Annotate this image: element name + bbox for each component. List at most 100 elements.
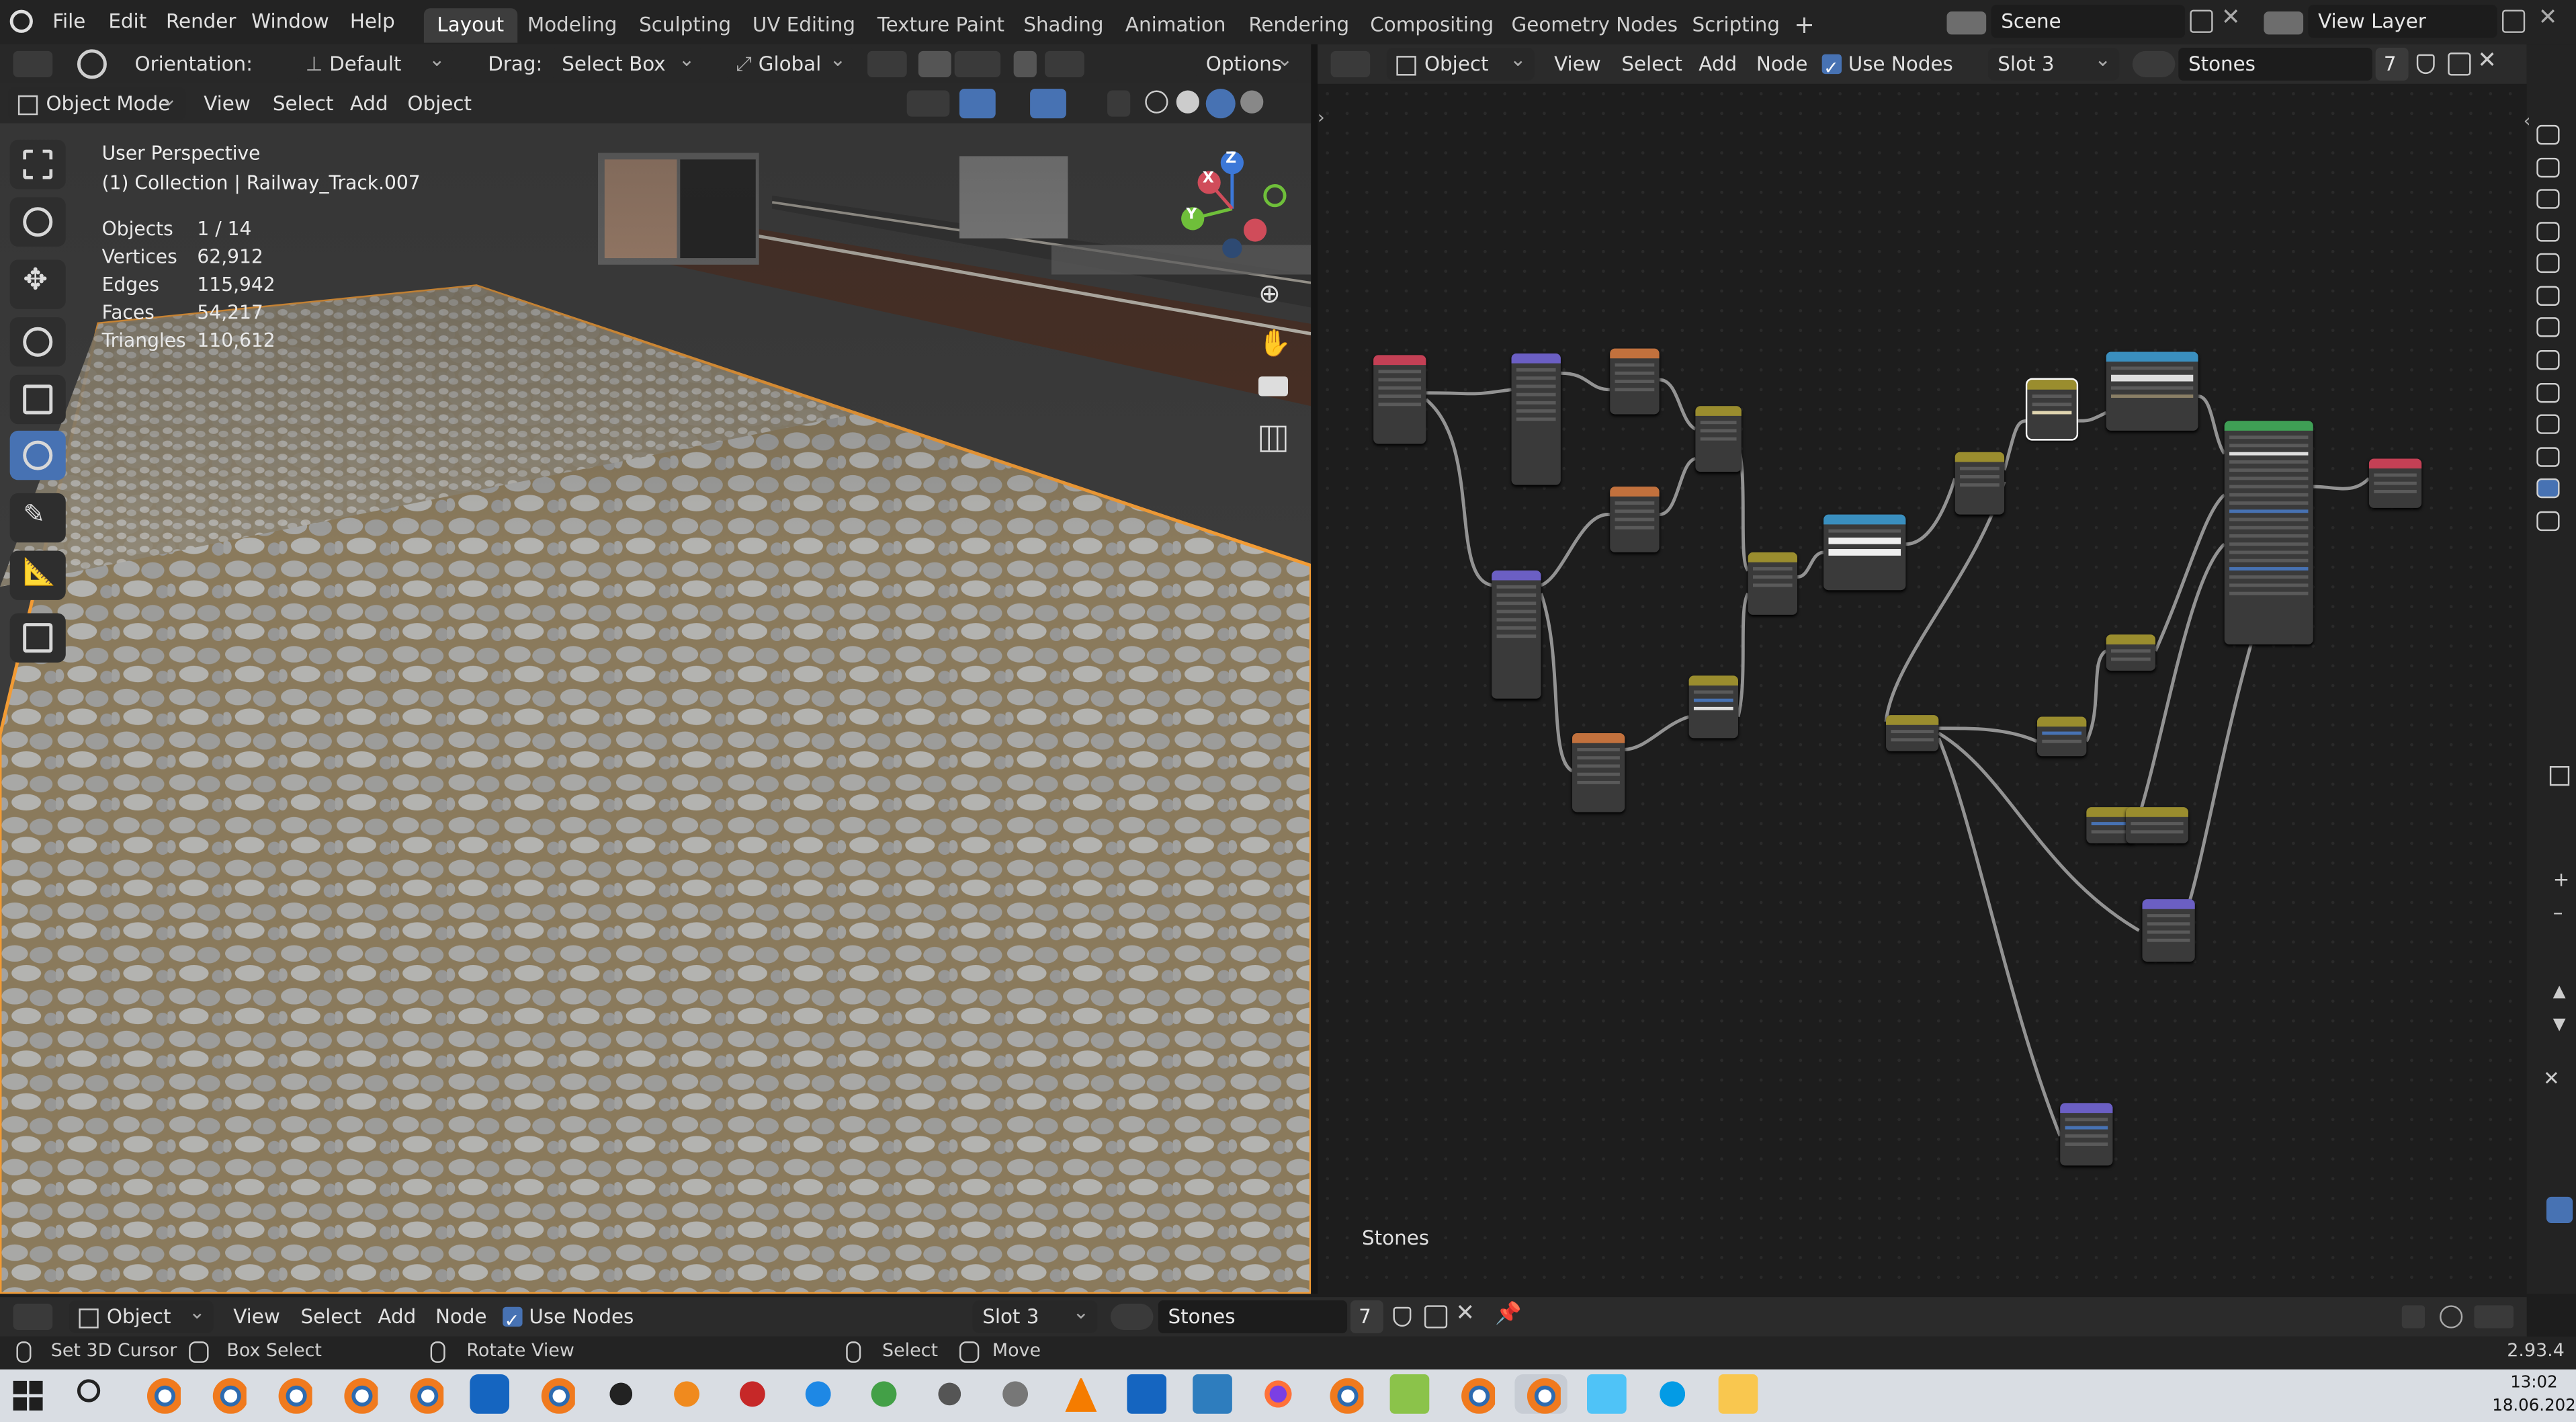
scene-props-icon[interactable]	[2536, 222, 2560, 242]
options-dropdown[interactable]: Options	[1196, 44, 1301, 81]
modifier-props-icon[interactable]	[2536, 350, 2560, 370]
cursor-tool[interactable]	[9, 197, 66, 247]
bottom-material-users-count[interactable]: 7	[1350, 1300, 1383, 1333]
node-mix-3[interactable]	[1748, 552, 1797, 615]
taskbar-explorer-icon[interactable]	[1718, 1374, 1758, 1414]
viewport-menu-view[interactable]: View	[204, 84, 251, 124]
node-menu-node[interactable]: Node	[1756, 44, 1808, 84]
material-shading-icon[interactable]	[1205, 89, 1236, 119]
editor-type-icon[interactable]	[1330, 50, 1371, 77]
tab-texture-paint[interactable]: Texture Paint	[864, 8, 1017, 42]
pin-icon[interactable]: 📌	[1495, 1302, 1522, 1327]
search-icon[interactable]	[77, 1379, 101, 1403]
taskbar-blender-1-icon[interactable]	[141, 1374, 181, 1414]
node-mix-6[interactable]	[2036, 716, 2087, 757]
taskbar-app-8-icon[interactable]	[1587, 1374, 1627, 1414]
blender-logo-icon[interactable]	[9, 9, 33, 33]
view-layer-props-icon[interactable]	[2536, 189, 2560, 209]
parent-node-tree-icon[interactable]	[2401, 1305, 2425, 1329]
taskbar-skype-icon[interactable]	[1652, 1374, 1692, 1414]
node-displacement[interactable]	[2142, 899, 2195, 962]
move-tool[interactable]: ✥	[9, 259, 66, 309]
collection-props-icon[interactable]	[2536, 286, 2560, 306]
use-nodes-checkbox[interactable]: Use Nodes	[1821, 44, 1953, 88]
taskbar-blender-3-icon[interactable]	[272, 1374, 312, 1414]
render-props-icon[interactable]	[2536, 124, 2560, 145]
bottom-shader-type-dropdown[interactable]: Object	[69, 1296, 214, 1333]
material-name-field[interactable]: Stones	[2178, 47, 2372, 81]
constraint-props-icon[interactable]	[2536, 447, 2560, 467]
node-color-ramp-2[interactable]	[2106, 351, 2198, 431]
pan-hand-icon[interactable]: ✋	[1258, 327, 1291, 358]
bottom-use-nodes-checkbox[interactable]: Use Nodes	[503, 1297, 634, 1341]
ortho-grid-icon[interactable]	[1260, 425, 1287, 452]
output-props-icon[interactable]	[2536, 157, 2560, 178]
transform-orientation-dropdown[interactable]: ⤢ Global	[726, 44, 855, 81]
drag-dropdown[interactable]: Select Box	[552, 44, 703, 81]
node-bump[interactable]	[2060, 1103, 2113, 1166]
navigation-gizmo[interactable]: Z Y X	[1170, 147, 1295, 271]
node-texture-coordinate[interactable]	[1373, 355, 1426, 444]
object-props-icon[interactable]	[2536, 317, 2560, 337]
node-color-ramp-1[interactable]	[1823, 514, 1906, 591]
tab-sculpting[interactable]: Sculpting	[626, 8, 744, 42]
wireframe-shading-icon[interactable]	[1145, 90, 1168, 114]
data-props-icon[interactable]	[2536, 478, 2560, 499]
taskbar-app-7-icon[interactable]	[1193, 1374, 1232, 1414]
shader-type-dropdown[interactable]: Object	[1386, 43, 1535, 81]
taskbar-app-4-icon[interactable]	[864, 1374, 904, 1414]
select-tool-icon[interactable]	[77, 49, 107, 79]
taskbar-save-icon[interactable]	[1127, 1374, 1167, 1414]
tab-compositing[interactable]: Compositing	[1357, 8, 1507, 42]
fake-user-icon[interactable]	[2416, 54, 2435, 75]
bottom-menu-select[interactable]: Select	[300, 1297, 361, 1337]
bottom-material-name-field[interactable]: Stones	[1158, 1300, 1348, 1333]
tab-rendering[interactable]: Rendering	[1236, 8, 1363, 42]
taskbar-blender-5-icon[interactable]	[404, 1374, 444, 1414]
bottom-menu-view[interactable]: View	[233, 1297, 280, 1337]
new-scene-icon[interactable]	[2190, 9, 2213, 33]
right-panel-close-icon[interactable]: ✕	[2543, 1067, 2560, 1090]
scale-tool[interactable]	[9, 374, 66, 425]
node-mix-8[interactable]	[2126, 807, 2188, 843]
visibility-icon[interactable]	[906, 90, 950, 117]
material-users-count[interactable]: 7	[2375, 47, 2409, 81]
right-panel-arrow-up-icon[interactable]: ▲	[2553, 983, 2566, 1001]
select-box-tool[interactable]	[9, 139, 66, 190]
node-menu-add[interactable]: Add	[1699, 44, 1737, 84]
tab-uv-editing[interactable]: UV Editing	[739, 8, 868, 42]
node-mix-1[interactable]	[1695, 406, 1742, 472]
node-bright-contrast[interactable]	[2106, 634, 2156, 671]
right-panel-active-icon[interactable]	[2546, 1196, 2573, 1224]
taskbar-blender-2-icon[interactable]	[207, 1374, 247, 1414]
viewport-menu-select[interactable]: Select	[273, 84, 334, 124]
tab-shading[interactable]: Shading	[1011, 8, 1117, 42]
clock-time[interactable]: 13:02	[2510, 1374, 2557, 1392]
right-panel-zoom-out-icon[interactable]: –	[2553, 901, 2563, 924]
view-layer-icon[interactable]	[2264, 11, 2304, 35]
falloff-icon[interactable]	[1045, 50, 1084, 77]
bottom-fake-user-icon[interactable]	[1393, 1306, 1412, 1327]
slot-dropdown[interactable]: Slot 3	[1987, 43, 2120, 81]
annotate-tool[interactable]: ✎	[9, 493, 66, 543]
node-voronoi-texture[interactable]	[1572, 733, 1625, 812]
taskbar-blender-4-icon[interactable]	[338, 1374, 378, 1414]
viewport-menu-add[interactable]: Add	[350, 84, 388, 124]
scene-field[interactable]: Scene	[1991, 5, 2186, 38]
add-workspace-button[interactable]: +	[1781, 8, 1828, 42]
clock-date[interactable]: 18.06.2024	[2492, 1397, 2576, 1415]
proportional-edit-icon[interactable]	[1013, 50, 1037, 77]
bottom-unlink-material-icon[interactable]: ✕	[1455, 1300, 1475, 1327]
taskbar-app-6-icon[interactable]	[995, 1374, 1035, 1414]
taskbar-notepad-icon[interactable]	[1389, 1374, 1430, 1414]
mode-dropdown[interactable]: Object Mode	[8, 82, 186, 120]
node-editor[interactable]: Stones ›	[1318, 83, 2527, 1294]
snapping-icon[interactable]	[2440, 1305, 2463, 1329]
world-props-icon[interactable]	[2536, 253, 2560, 274]
snap-target-icon[interactable]	[954, 50, 1001, 77]
node-noise-texture-1[interactable]	[1610, 348, 1660, 415]
taskbar-blender-7-icon[interactable]	[1324, 1374, 1364, 1414]
menu-edit[interactable]: Edit	[100, 0, 155, 43]
menu-file[interactable]: File	[44, 0, 94, 43]
new-view-layer-icon[interactable]	[2501, 9, 2526, 33]
